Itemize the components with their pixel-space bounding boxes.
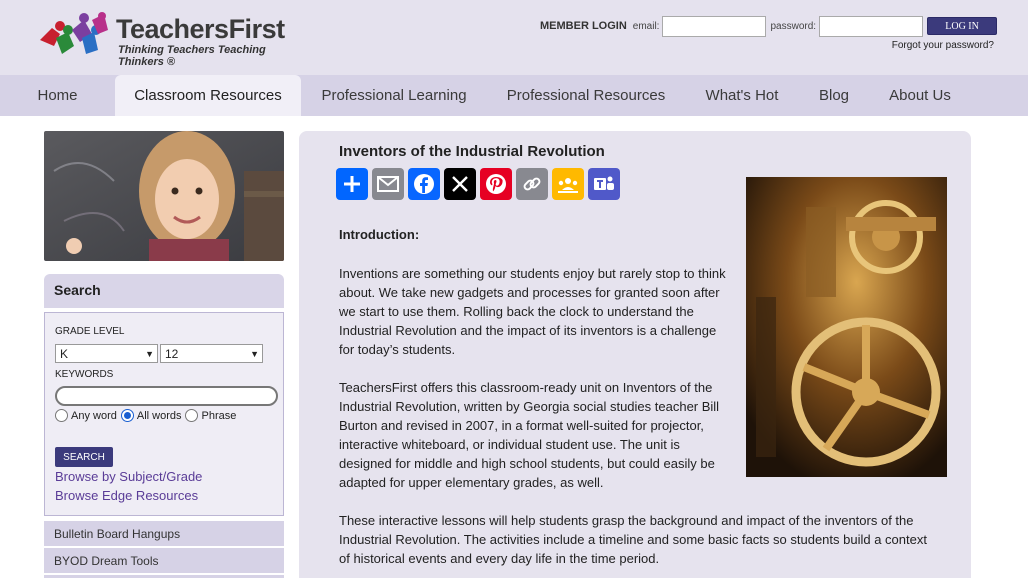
grade-to-value: 12 bbox=[165, 346, 179, 361]
keywords-label: KEYWORDS bbox=[55, 369, 114, 380]
nav-blog[interactable]: Blog bbox=[799, 75, 869, 116]
site-header: TeachersFirst Thinking Teachers Teaching… bbox=[0, 0, 1028, 75]
nav-whats-hot[interactable]: What's Hot bbox=[685, 75, 799, 116]
site-name: TeachersFirst bbox=[116, 14, 285, 44]
radio-all-words[interactable] bbox=[120, 409, 134, 422]
main-nav: Home Classroom Resources Professional Le… bbox=[0, 75, 1028, 116]
grade-from-select[interactable]: K ▼ bbox=[55, 344, 158, 363]
logo-puzzle-icon bbox=[40, 12, 108, 54]
email-icon[interactable] bbox=[372, 168, 404, 200]
search-heading: Search bbox=[44, 274, 284, 308]
browse-subject-link[interactable]: Browse by Subject/Grade bbox=[55, 469, 202, 484]
microsoft-teams-icon[interactable] bbox=[588, 168, 620, 200]
x-icon[interactable] bbox=[444, 168, 476, 200]
nav-about-us[interactable]: About Us bbox=[869, 75, 971, 116]
article-title: Inventors of the Industrial Revolution bbox=[339, 143, 605, 160]
forgot-password-link[interactable]: Forgot your password? bbox=[892, 40, 994, 51]
nav-home[interactable]: Home bbox=[0, 75, 115, 116]
sidebar-item-byod[interactable]: BYOD Dream Tools bbox=[44, 548, 284, 573]
share-bar bbox=[336, 168, 624, 200]
copy-link-icon[interactable] bbox=[516, 168, 548, 200]
paragraph-2: TeachersFirst offers this classroom-read… bbox=[339, 380, 720, 490]
nav-classroom-resources[interactable]: Classroom Resources bbox=[115, 75, 301, 116]
article-image-vault-machinery bbox=[746, 177, 947, 477]
article-panel: Inventors of the Industrial Revolution I… bbox=[299, 131, 971, 578]
grade-to-select[interactable]: 12 ▼ bbox=[160, 344, 263, 363]
paragraph-3: These interactive lessons will help stud… bbox=[339, 513, 927, 566]
share-plus-icon[interactable] bbox=[336, 168, 368, 200]
sidebar-item-bulletin-board[interactable]: Bulletin Board Hangups bbox=[44, 521, 284, 546]
vault-gear-image bbox=[746, 177, 947, 477]
nav-professional-resources[interactable]: Professional Resources bbox=[487, 75, 685, 116]
intro-heading: Introduction: bbox=[339, 227, 420, 242]
radio-phrase-label: Phrase bbox=[201, 409, 237, 422]
grade-level-label: GRADE LEVEL bbox=[55, 326, 125, 337]
login-button[interactable]: LOG IN bbox=[927, 17, 998, 35]
chevron-down-icon: ▼ bbox=[250, 349, 259, 359]
email-field[interactable] bbox=[662, 15, 767, 37]
grade-from-value: K bbox=[60, 346, 69, 361]
browse-edge-link[interactable]: Browse Edge Resources bbox=[55, 488, 198, 503]
paragraph-1: Inventions are something our students en… bbox=[339, 266, 726, 357]
site-tagline: Thinking Teachers Teaching Thinkers ® bbox=[118, 44, 266, 68]
password-field[interactable] bbox=[819, 15, 924, 37]
hero-photo bbox=[44, 131, 284, 261]
facebook-icon[interactable] bbox=[408, 168, 440, 200]
email-label: email: bbox=[632, 20, 660, 32]
keywords-input[interactable] bbox=[55, 386, 278, 406]
nav-professional-learning[interactable]: Professional Learning bbox=[301, 75, 487, 116]
search-panel: GRADE LEVEL K ▼ 12 ▼ KEYWORDS Any word A… bbox=[44, 312, 284, 516]
login-title: MEMBER LOGIN bbox=[540, 20, 627, 32]
chevron-down-icon: ▼ bbox=[145, 349, 154, 359]
radio-phrase[interactable] bbox=[185, 409, 199, 422]
radio-any-word[interactable] bbox=[55, 409, 68, 422]
match-options: Any word All words Phrase bbox=[55, 409, 240, 422]
password-label: password: bbox=[770, 20, 817, 32]
google-classroom-icon[interactable] bbox=[552, 168, 584, 200]
child-photo-image bbox=[44, 131, 284, 261]
search-button[interactable]: SEARCH bbox=[55, 447, 113, 467]
site-logo[interactable]: TeachersFirst Thinking Teachers Teaching… bbox=[38, 12, 288, 68]
member-login: MEMBER LOGIN email: password: LOG IN bbox=[540, 15, 998, 37]
radio-all-words-label: All words bbox=[136, 409, 182, 422]
radio-any-word-label: Any word bbox=[71, 409, 117, 422]
pinterest-icon[interactable] bbox=[480, 168, 512, 200]
